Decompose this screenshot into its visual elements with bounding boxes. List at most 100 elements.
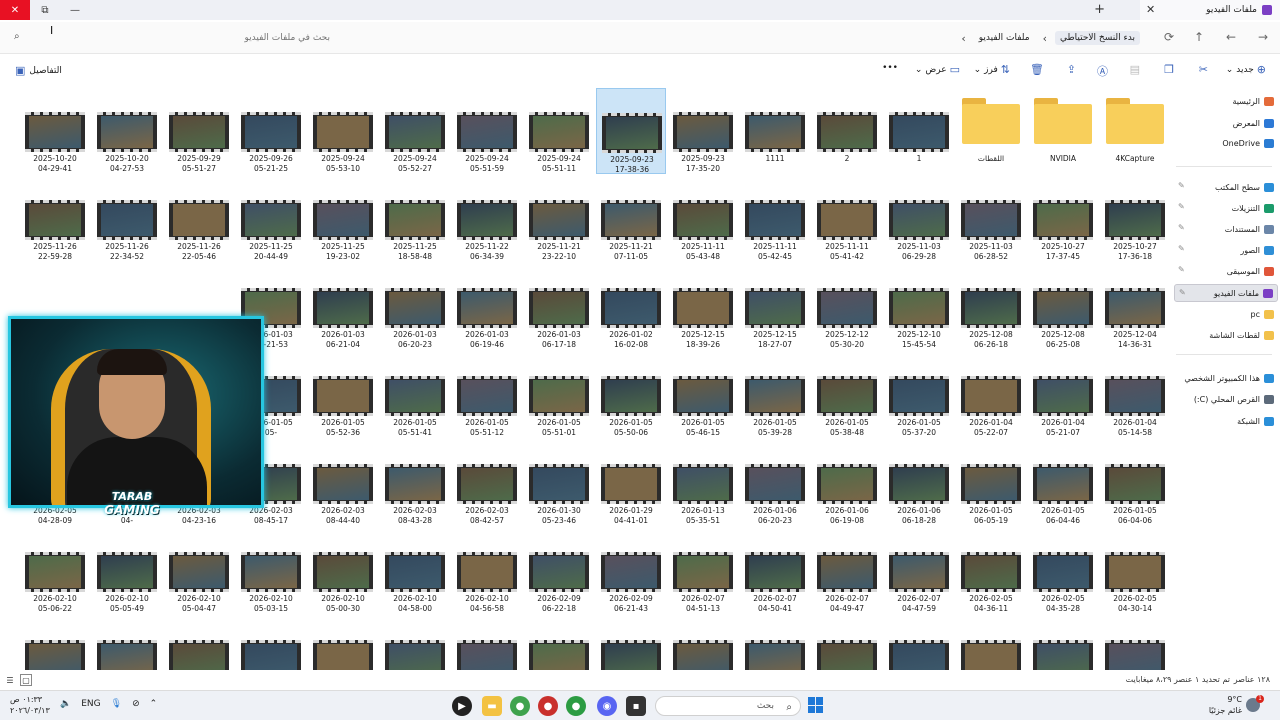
sidebar-item[interactable]: التنزيلات ✎ (1174, 199, 1278, 217)
chrome-red-app-icon[interactable]: ● (538, 696, 558, 716)
taskbar-search[interactable]: ⌕ بحث (655, 696, 801, 716)
video-file-item[interactable]: 2026-01-03 06-20-23 (380, 264, 450, 350)
tab-videos[interactable]: ملفات الفيديو ✕ (1140, 0, 1280, 20)
video-file-item[interactable]: 2026-01-05 06-04-06 (1100, 440, 1170, 526)
video-file-item[interactable]: 2026-01-03 06-17-18 (524, 264, 594, 350)
video-file-item[interactable]: 2025-12-10 15-45-54 (884, 264, 954, 350)
video-file-item[interactable]: 2025-11-03 06-29-28 (884, 176, 954, 262)
video-file-item[interactable]: 2026-02-07 04-50-41 (740, 528, 810, 614)
share-button[interactable]: ⇪ (1067, 63, 1076, 76)
video-file-item[interactable]: 2025-11-26 22-34-52 (92, 176, 162, 262)
video-file-item[interactable]: 2026-01-05 05-38-48 (812, 352, 882, 438)
video-file-item[interactable]: 2026-01-03 06-19-46 (452, 264, 522, 350)
sidebar-item[interactable]: لقطات الشاشة (1174, 326, 1278, 344)
video-file-item[interactable]: 2026-02-12 (380, 616, 450, 670)
sidebar-item[interactable]: pc (1174, 305, 1278, 323)
breadcrumb-chevron-icon[interactable]: › (961, 32, 965, 45)
video-file-item[interactable]: 2026-02-03 08-42-57 (452, 440, 522, 526)
video-file-item[interactable]: 2026-01-13 05-35-51 (668, 440, 738, 526)
sidebar-item[interactable]: ملفات الفيديو ✎ (1174, 284, 1278, 302)
video-file-item[interactable]: 2026-02-05 04-30-14 (1100, 528, 1170, 614)
video-file-item[interactable]: 2026-01-05 05-51-01 (524, 352, 594, 438)
video-file-item[interactable]: 2025-09-26 05-21-25 (236, 88, 306, 174)
video-file-item[interactable]: 2025-10-27 17-37-45 (1028, 176, 1098, 262)
video-file-item[interactable]: 2025-09-23 17-35-20 (668, 88, 738, 174)
pin-icon[interactable]: ✎ (1178, 181, 1185, 190)
video-file-item[interactable]: 2026-02-10 05-06-22 (20, 528, 90, 614)
video-file-item[interactable]: 2026-01-05 06-05-19 (956, 440, 1026, 526)
video-file-item[interactable]: 2026-02-10 05-00-30 (308, 528, 378, 614)
details-button[interactable]: التفاصيل ▣ (15, 64, 62, 77)
sidebar-item[interactable]: المعرض (1174, 114, 1278, 132)
refresh-button[interactable]: ⟳ (1164, 30, 1174, 44)
video-file-item[interactable]: 2026-01-02 16-02-08 (596, 264, 666, 350)
sidebar-item[interactable]: OneDrive (1174, 134, 1278, 152)
video-file-item[interactable]: 2026-02-12 (884, 616, 954, 670)
close-window-button[interactable]: ✕ (0, 0, 30, 20)
paste-button[interactable]: ▤ (1130, 63, 1140, 76)
pin-icon[interactable]: ✎ (1179, 288, 1186, 297)
search-input[interactable] (24, 29, 334, 47)
video-file-item[interactable]: 2026-02-10 (1028, 616, 1098, 670)
sidebar-item[interactable]: الصور ✎ (1174, 241, 1278, 259)
video-file-item[interactable]: 2026-02-10 05-04-47 (164, 528, 234, 614)
sidebar-item[interactable]: الشبكة (1174, 412, 1278, 430)
sidebar-item[interactable]: المستندات ✎ (1174, 220, 1278, 238)
video-file-item[interactable]: 2025-12-12 05-30-20 (812, 264, 882, 350)
video-file-item[interactable]: 2025-09-29 05-51-27 (164, 88, 234, 174)
folder-item[interactable]: 4KCapture (1100, 88, 1170, 174)
back-button[interactable]: → (1258, 30, 1268, 44)
video-file-item[interactable]: 2025-09-24 05-51-59 (452, 88, 522, 174)
video-file-item[interactable]: 2026-02-05 04-35-28 (1028, 528, 1098, 614)
cut-button[interactable]: ✂ (1199, 63, 1208, 76)
folder-item[interactable]: NVIDIA (1028, 88, 1098, 174)
video-file-item[interactable]: 2026-02-10 05-05-49 (92, 528, 162, 614)
video-file-item[interactable]: 2025-11-11 05-42-45 (740, 176, 810, 262)
terminal-app-icon[interactable]: ▪ (626, 696, 646, 716)
video-file-item[interactable]: 2026-02-07 04-47-59 (884, 528, 954, 614)
volume-icon[interactable]: 🔈 (60, 699, 71, 709)
rename-button[interactable]: Ⓐ (1097, 63, 1108, 79)
video-file-item[interactable]: 2026-01-05 05-50-06 (596, 352, 666, 438)
video-file-item[interactable]: 2025-12-08 06-25-08 (1028, 264, 1098, 350)
video-file-item[interactable]: 2025-09-24 05-51-11 (524, 88, 594, 174)
video-file-item[interactable]: 2026-02-12 (956, 616, 1026, 670)
video-file-item[interactable]: 2026-01-04 05-14-58 (1100, 352, 1170, 438)
video-file-item[interactable]: 2 (812, 88, 882, 174)
video-file-item[interactable]: 2026-02-10 04-56-58 (452, 528, 522, 614)
video-file-item[interactable]: 2026-01-05 05-37-20 (884, 352, 954, 438)
video-file-item[interactable]: 2026-02-07 04-49-47 (812, 528, 882, 614)
video-file-item[interactable]: 2025-11-25 20-44-49 (236, 176, 306, 262)
delete-button[interactable]: 🗑 (1030, 63, 1044, 76)
video-file-item[interactable]: 2025-11-21 07-11-05 (596, 176, 666, 262)
video-file-item[interactable]: 2026-02-12 (668, 616, 738, 670)
pin-icon[interactable]: ✎ (1178, 202, 1185, 211)
microphone-icon[interactable]: 🎙 (111, 699, 122, 709)
file-explorer-app-icon[interactable]: ▬ (482, 696, 502, 716)
video-file-item[interactable]: 2026-02-09 06-22-18 (524, 528, 594, 614)
video-file-item[interactable]: 2026-02-12 (596, 616, 666, 670)
minimize-window-button[interactable]: — (60, 0, 90, 20)
new-button[interactable]: ⊕ جديد ⌄ (1226, 63, 1266, 76)
video-file-item[interactable]: 2026-02-12 (20, 616, 90, 670)
video-file-item[interactable]: 2026-01-05 05-52-36 (308, 352, 378, 438)
video-file-item[interactable]: 2025-12-08 06-26-18 (956, 264, 1026, 350)
video-file-item[interactable]: 2026-01-06 06-20-23 (740, 440, 810, 526)
video-file-item[interactable]: 2026-02-12 (236, 616, 306, 670)
video-file-item[interactable]: 2026-02-03 08-44-40 (308, 440, 378, 526)
video-file-item[interactable]: 2026-02-12 (740, 616, 810, 670)
video-file-item[interactable]: 2026-02-10 05-03-15 (236, 528, 306, 614)
video-file-item[interactable]: 2025-09-24 05-52-27 (380, 88, 450, 174)
video-file-item[interactable]: 2026-01-05 06-04-46 (1028, 440, 1098, 526)
video-file-item[interactable]: 2025-09-23 17-38-36 (596, 88, 666, 174)
up-button[interactable]: ↑ (1194, 30, 1204, 44)
network-off-icon[interactable]: ⊘ (132, 699, 140, 709)
video-file-item[interactable]: 2026-01-04 05-22-07 (956, 352, 1026, 438)
sort-button[interactable]: ⇅ فرز ⌄ (974, 63, 1010, 76)
video-file-item[interactable]: 2026-01-03 06-21-04 (308, 264, 378, 350)
pin-icon[interactable]: ✎ (1178, 223, 1185, 232)
media-player-app-icon[interactable]: ▶ (452, 696, 472, 716)
video-file-item[interactable]: 2026-02-12 (92, 616, 162, 670)
video-file-item[interactable]: 2026-02-12 (524, 616, 594, 670)
video-file-item[interactable]: 2025-11-11 05-43-48 (668, 176, 738, 262)
